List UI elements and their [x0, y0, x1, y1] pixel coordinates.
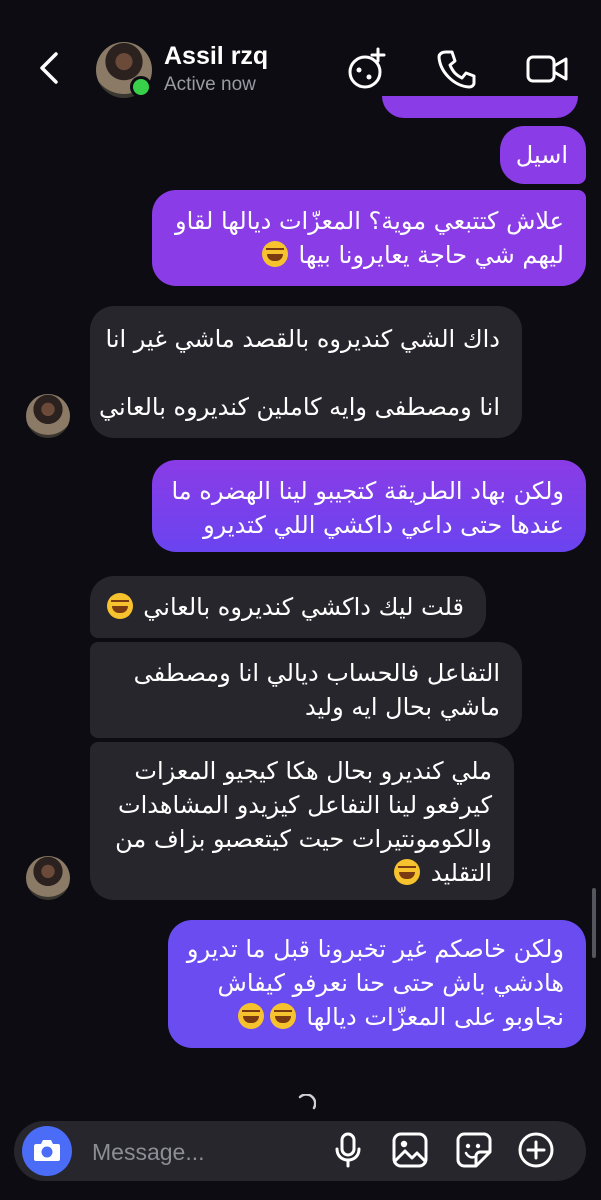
message-text: هادشي باش حتى حنا نعرفو كيفاش: [217, 969, 564, 997]
message-text: ولكن خاصكم غير تخبرونا قبل ما تديرو: [186, 935, 564, 963]
message-text: ماشي بحال ايه وليد: [304, 693, 500, 721]
message-text: والكومونتيرات حيت كيتعصبو بزاف من: [115, 825, 492, 853]
voice-message-button[interactable]: [328, 1130, 368, 1170]
sticker-button[interactable]: [454, 1130, 494, 1170]
game-button[interactable]: [344, 46, 390, 92]
scrollbar[interactable]: [592, 888, 596, 958]
message-bubble-sent[interactable]: ولكن خاصكم غير تخبرونا قبل ما تديرو هادش…: [168, 920, 586, 1048]
contact-avatar-small[interactable]: [26, 394, 70, 438]
message-text: نجاوبو على المعزّات ديالها: [306, 1003, 564, 1031]
message-bubble-received[interactable]: داك الشي كنديروه بالقصد ماشي غير انا انا…: [90, 306, 522, 438]
message-bubble-received[interactable]: التفاعل فالحساب ديالي انا ومصطفى ماشي بح…: [90, 642, 522, 738]
voice-call-button[interactable]: [434, 46, 480, 92]
laughing-emoji-icon: [237, 1003, 264, 1029]
message-text: التفاعل فالحساب ديالي انا ومصطفى: [133, 659, 500, 687]
microphone-icon: [335, 1132, 361, 1168]
message-text: عندها حتى داعي داكشي اللي كتديرو: [203, 511, 564, 539]
camera-icon: [34, 1140, 60, 1161]
message-text: انا ومصطفى وايه كاملين كنديروه بالعاني: [99, 393, 500, 421]
message-input[interactable]: [90, 1135, 314, 1169]
camera-button[interactable]: [22, 1126, 72, 1176]
message-text: قلت ليك داكشي كنديروه بالعاني: [143, 593, 464, 621]
plus-circle-icon: [518, 1132, 554, 1168]
gallery-button[interactable]: [390, 1130, 430, 1170]
laughing-emoji-icon: [394, 859, 421, 885]
message-bubble-received[interactable]: قلت ليك داكشي كنديروه بالعاني: [90, 576, 486, 638]
back-button[interactable]: [28, 46, 72, 90]
message-text: التقليد: [430, 859, 492, 887]
image-icon: [392, 1132, 428, 1168]
sticker-icon: [456, 1132, 492, 1168]
message-bubble-sent[interactable]: ولكن بهاد الطريقة كتجيبو لينا الهضره ما …: [152, 460, 586, 552]
contact-avatar-small[interactable]: [26, 856, 70, 900]
contact-name[interactable]: Assil rzq: [164, 42, 268, 71]
message-text: ملي كنديرو بحال هكا كيجيو المعزات: [134, 757, 492, 785]
message-bubble-sent[interactable]: اسيل: [500, 126, 586, 184]
laughing-emoji-icon: [269, 1003, 296, 1029]
online-status-dot: [130, 76, 152, 98]
message-text: ليهم شي حاجة يعايرونا بيها: [298, 241, 564, 269]
message-text: ولكن بهاد الطريقة كتجيبو لينا الهضره ما: [171, 477, 564, 505]
contact-status: Active now: [164, 74, 256, 95]
message-text: اسيل: [515, 141, 568, 169]
chevron-left-icon: [40, 52, 58, 84]
video-call-button[interactable]: [524, 46, 570, 92]
message-bubble-partial: [382, 96, 578, 118]
loading-spinner-icon: [296, 1093, 317, 1114]
message-text: داك الشي كنديروه بالقصد ماشي غير انا: [105, 325, 501, 353]
game-controller-icon: [348, 47, 386, 89]
message-bubble-sent[interactable]: علاش كتتبعي موية؟ المعزّات ديالها لقاو ل…: [152, 190, 586, 286]
laughing-emoji-icon: [106, 593, 133, 619]
message-text: كيرفعو لينا التفاعل كيزيدو المشاهدات: [117, 791, 492, 819]
message-text: علاش كتتبعي موية؟ المعزّات ديالها لقاو: [174, 207, 564, 235]
laughing-emoji-icon: [261, 241, 288, 267]
more-options-button[interactable]: [516, 1130, 556, 1170]
phone-icon: [437, 50, 476, 89]
message-bubble-received[interactable]: ملي كنديرو بحال هكا كيجيو المعزات كيرفعو…: [90, 742, 514, 900]
video-camera-icon: [526, 55, 568, 83]
